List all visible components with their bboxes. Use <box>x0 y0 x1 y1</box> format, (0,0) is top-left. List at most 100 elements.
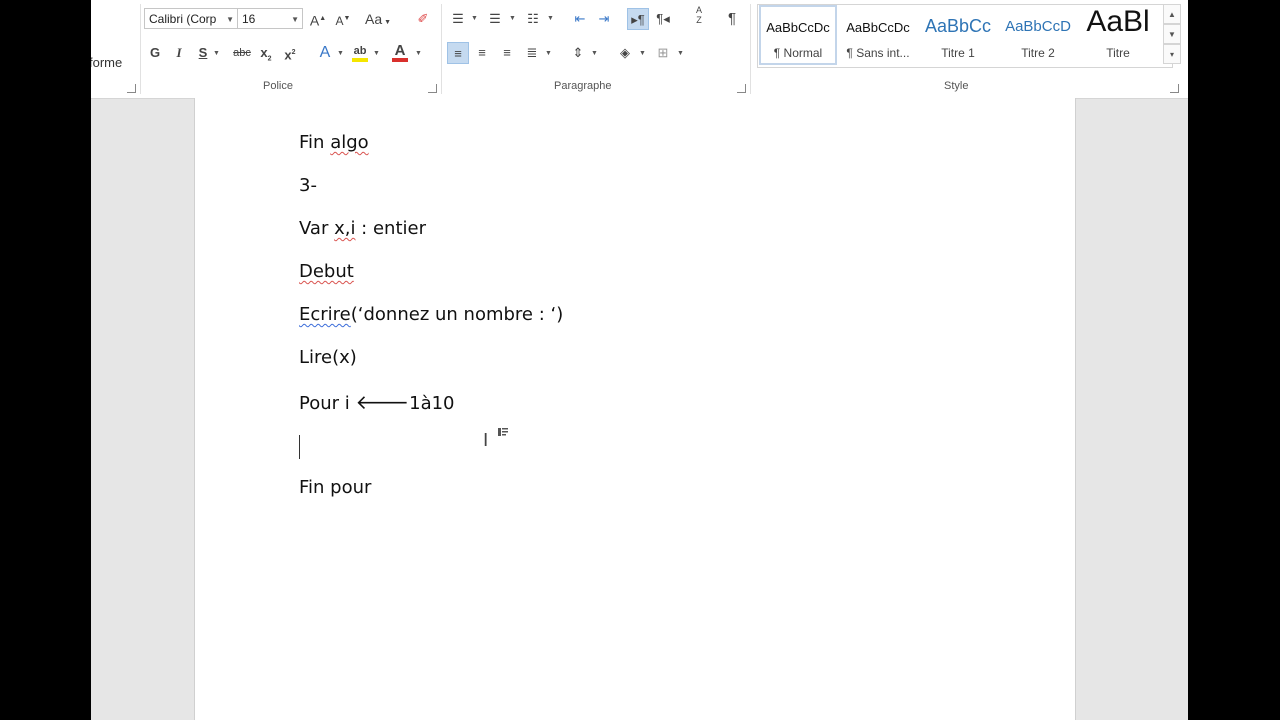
chevron-up-icon: ▲ <box>1168 10 1176 19</box>
chevron-down-icon[interactable]: ▼ <box>509 15 516 22</box>
grow-font-button[interactable]: A▲ <box>307 8 329 30</box>
font-size-combo[interactable]: 16 ▼ <box>237 8 303 29</box>
shading-button[interactable]: ◈ <box>614 42 636 64</box>
superscript-button[interactable]: x2 <box>279 42 301 64</box>
highlight-button[interactable]: ab <box>349 40 371 62</box>
clear-formatting-button[interactable]: ✐ <box>412 8 434 30</box>
sort-label-top: A <box>695 5 702 15</box>
indent-icon: ⇥ <box>598 11 610 26</box>
style-normal[interactable]: AaBbCcDc ¶ Normal <box>759 5 837 65</box>
style-titre-1-preview: AaBbCc <box>924 16 992 36</box>
font-color-button[interactable]: A <box>389 40 411 62</box>
left-to-right-icon: ▸¶ <box>631 12 645 27</box>
styles-scroll-down-button[interactable]: ▼ <box>1163 24 1181 44</box>
sort-icon: AZ <box>696 5 702 25</box>
click-and-type-icon <box>498 428 508 436</box>
underline-button[interactable]: S <box>192 42 214 64</box>
italic-button[interactable]: I <box>168 42 190 64</box>
borders-button[interactable]: ⊞ <box>652 42 674 64</box>
styles-gallery: AaBbCcDc ¶ Normal AaBbCcDc ¶ Sans int...… <box>757 4 1173 68</box>
subscript-label: x <box>260 45 268 60</box>
chevron-down-icon[interactable]: ▼ <box>213 50 220 57</box>
chevron-down-icon[interactable]: ▼ <box>639 50 646 57</box>
numbering-button[interactable]: ☰ <box>484 8 506 30</box>
multilevel-list-button[interactable]: ☷ <box>522 8 544 30</box>
doc-line-3[interactable]: 3- <box>299 175 317 196</box>
doc-line-debut[interactable]: Debut <box>299 261 354 282</box>
expand-gallery-icon: ▾ <box>1169 50 1174 59</box>
ribbon-home: forme Calibri (Corp ▼ 16 ▼ A▲ A▼ Aa ▼ ✐ … <box>91 0 1188 99</box>
font-dialog-launcher[interactable] <box>428 84 437 93</box>
styles-dialog-launcher[interactable] <box>1170 84 1179 93</box>
chevron-down-icon[interactable]: ▼ <box>415 50 422 57</box>
justify-button[interactable]: ≣ <box>521 42 543 64</box>
doc-line-fin-algo[interactable]: Fin algo <box>299 132 369 153</box>
chevron-down-icon[interactable]: ▼ <box>591 50 598 57</box>
align-center-icon: ≡ <box>478 45 486 60</box>
align-right-button[interactable]: ≡ <box>496 42 518 64</box>
group-label-paragraphe: Paragraphe <box>554 80 612 92</box>
style-titre[interactable]: AaBl Titre <box>1079 5 1157 65</box>
decrease-indent-button[interactable]: ⇤ <box>569 8 591 30</box>
style-normal-label: ¶ Normal <box>773 46 823 60</box>
superscript-mark: 2 <box>291 49 296 56</box>
misspelled-word: algo <box>330 132 369 153</box>
chevron-down-icon[interactable]: ▼ <box>471 15 478 22</box>
text-run: 1à10 <box>409 393 455 414</box>
group-separator <box>441 4 442 94</box>
misspelled-word: Debut <box>299 261 354 282</box>
doc-line-var[interactable]: Var x,i : entier <box>299 218 426 239</box>
clipboard-dialog-launcher[interactable] <box>127 84 136 93</box>
font-name-value: Calibri (Corp <box>149 12 217 26</box>
numbered-list-icon: ☰ <box>489 11 501 26</box>
chevron-down-icon[interactable]: ▼ <box>677 50 684 57</box>
styles-more-button[interactable]: ▾ <box>1163 44 1181 64</box>
doc-line-ecrire[interactable]: Ecrire(‘donnez un nombre : ‘) <box>299 304 563 325</box>
paragraph-dialog-launcher[interactable] <box>737 84 746 93</box>
chevron-down-icon[interactable]: ▼ <box>547 15 554 22</box>
change-case-button[interactable]: Aa ▼ <box>363 8 393 30</box>
font-size-value: 16 <box>242 12 256 26</box>
chevron-down-icon[interactable]: ▼ <box>373 50 380 57</box>
group-label-style: Style <box>944 80 969 92</box>
chevron-down-icon[interactable]: ▼ <box>545 50 552 57</box>
align-left-button[interactable]: ≡ <box>447 42 469 64</box>
align-right-icon: ≡ <box>503 45 511 60</box>
text-run: Var <box>299 218 335 239</box>
subscript-button[interactable]: x2 <box>255 42 277 64</box>
style-no-spacing[interactable]: AaBbCcDc ¶ Sans int... <box>839 5 917 65</box>
text-cursor <box>299 435 300 459</box>
show-marks-button[interactable]: ¶ <box>721 8 743 30</box>
style-titre-2-label: Titre 2 <box>1021 46 1055 60</box>
increase-indent-button[interactable]: ⇥ <box>593 8 615 30</box>
sort-button[interactable]: AZ <box>688 5 710 27</box>
multilevel-list-icon: ☷ <box>527 11 539 26</box>
underline-label: S <box>198 45 208 60</box>
strikethrough-button[interactable]: abc <box>229 42 255 64</box>
style-titre-2-preview: AaBbCcD <box>1005 18 1071 35</box>
doc-line-fin-pour[interactable]: Fin pour <box>299 477 371 498</box>
style-titre-1[interactable]: AaBbCc Titre 1 <box>919 5 997 65</box>
document-page[interactable]: Fin algo 3- Var x,i : entier Debut Ecrir… <box>194 98 1076 720</box>
clipboard-clipped-label: forme <box>91 55 123 70</box>
shrink-font-button[interactable]: A▼ <box>332 8 354 30</box>
font-name-combo[interactable]: Calibri (Corp ▼ <box>144 8 238 29</box>
word-window: forme Calibri (Corp ▼ 16 ▼ A▲ A▼ Aa ▼ ✐ … <box>91 0 1188 720</box>
bold-button[interactable]: G <box>144 42 166 64</box>
chevron-down-icon[interactable]: ▼ <box>337 50 344 57</box>
style-titre-2[interactable]: AaBbCcD Titre 2 <box>999 5 1077 65</box>
line-spacing-button[interactable]: ⇕ <box>567 42 589 64</box>
text-effects-button[interactable]: A <box>314 42 336 64</box>
change-case-label: Aa <box>365 11 383 27</box>
rtl-button[interactable]: ¶◂ <box>652 8 674 30</box>
grammar-flagged-word: Ecrire <box>299 304 351 325</box>
align-center-button[interactable]: ≡ <box>471 42 493 64</box>
doc-line-lire[interactable]: Lire(x) <box>299 347 357 368</box>
doc-line-pour[interactable]: Pour i 🡐1à10 <box>299 390 455 414</box>
bullets-button[interactable]: ☰ <box>447 8 469 30</box>
styles-scroll-up-button[interactable]: ▲ <box>1163 4 1181 24</box>
chevron-down-icon: ▼ <box>291 15 299 24</box>
superscript-label: x <box>284 47 292 63</box>
ltr-button[interactable]: ▸¶ <box>627 8 649 30</box>
chevron-down-icon: ▼ <box>226 15 234 24</box>
